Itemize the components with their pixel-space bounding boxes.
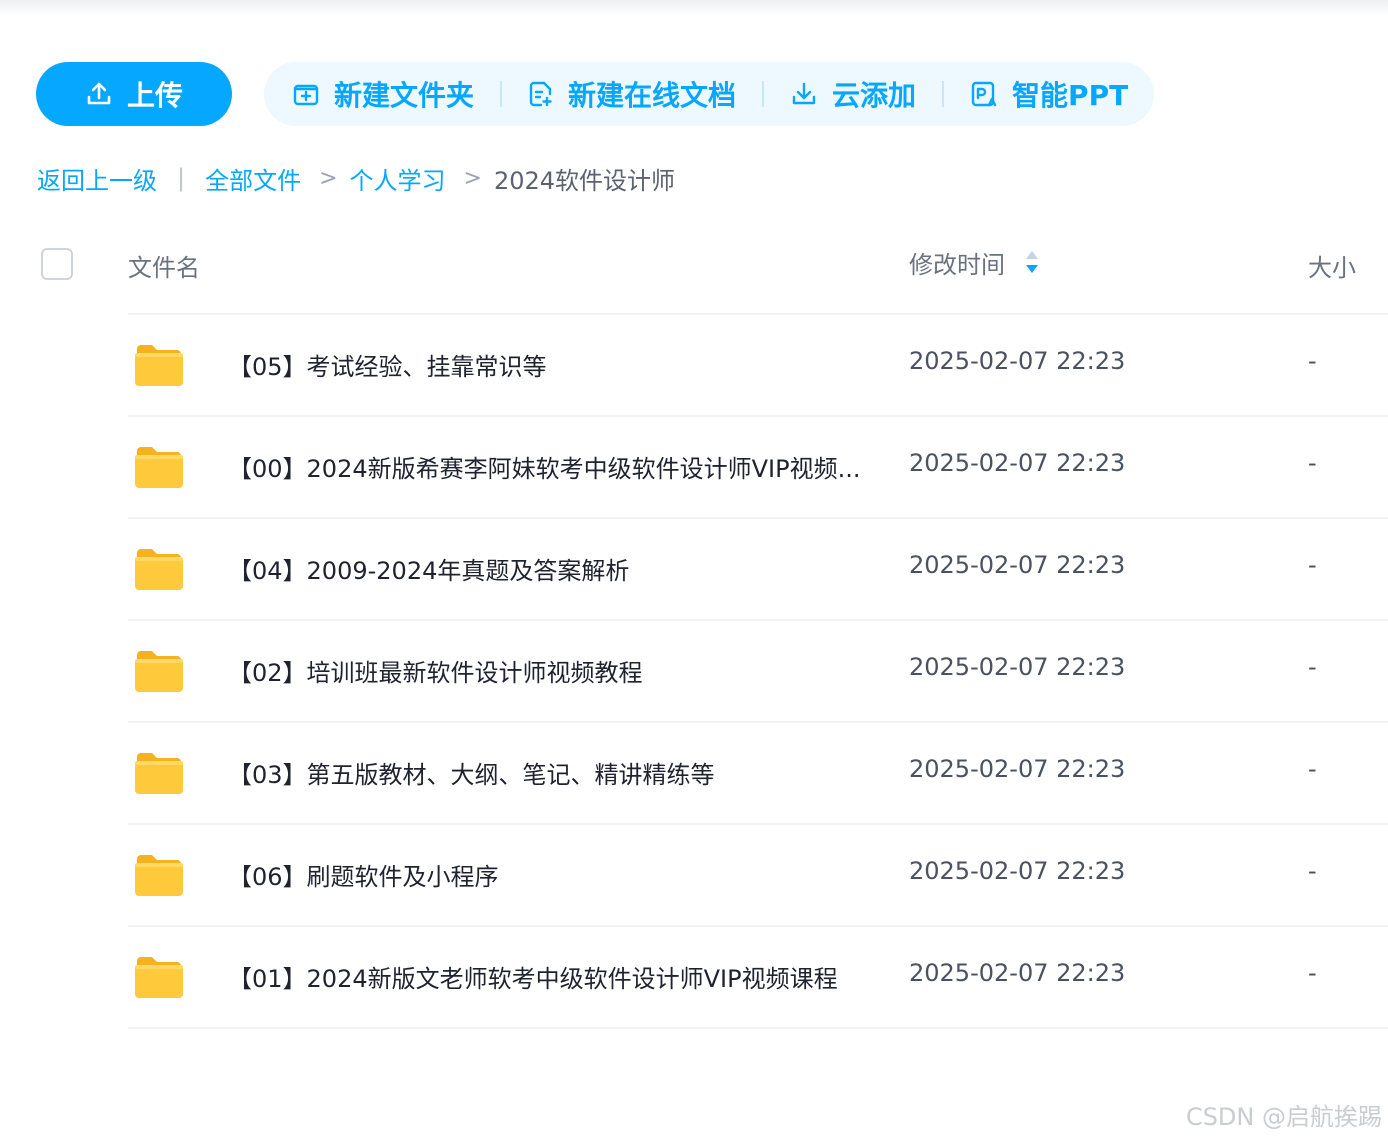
table-row[interactable]: 【02】培训班最新软件设计师视频教程 2025-02-07 22:23 -	[128, 619, 1388, 721]
breadcrumb-personal-study[interactable]: 个人学习	[350, 161, 446, 196]
file-list: 【05】考试经验、挂靠常识等 2025-02-07 22:23- 【00】2024新…	[128, 313, 1388, 1029]
breadcrumb-arrow: >	[463, 165, 482, 191]
folder-icon	[134, 547, 184, 595]
folder-icon	[134, 955, 184, 1003]
breadcrumb-all-files[interactable]: 全部文件	[205, 161, 301, 196]
folder-icon	[134, 343, 184, 391]
breadcrumb-divider: |	[177, 164, 186, 192]
table-row[interactable]: 【00】2024新版希赛李阿妹软考中级软件设计师VIP视频... 2025-02-…	[128, 415, 1388, 517]
file-size: -	[1308, 449, 1317, 477]
table-row[interactable]: 【05】考试经验、挂靠常识等 2025-02-07 22:23 -	[128, 313, 1388, 415]
watermark: CSDN @启航挨踢	[1185, 1103, 1382, 1131]
new-folder-label: 新建文件夹	[334, 79, 475, 112]
file-name[interactable]: 【03】第五版教材、大纲、笔记、精讲精练等	[228, 755, 715, 790]
table-row[interactable]: 【04】2009-2024年真题及答案解析 2025-02-07 22:23 -	[128, 517, 1388, 619]
toolbar: 上传 新建文件夹 新建在线文档 云添加 智能PPT	[36, 62, 1155, 126]
column-header-size[interactable]: 大小	[1308, 248, 1356, 282]
breadcrumb-arrow: >	[319, 165, 338, 191]
file-name[interactable]: 【01】2024新版文老师软考中级软件设计师VIP视频课程	[228, 959, 838, 994]
new-online-doc-label: 新建在线文档	[568, 79, 737, 112]
modified-time: 2025-02-07 22:23	[909, 755, 1126, 783]
upload-label: 上传	[126, 79, 183, 112]
modified-time: 2025-02-07 22:23	[909, 551, 1126, 579]
modified-time: 2025-02-07 22:23	[909, 959, 1126, 987]
new-folder-button[interactable]: 新建文件夹	[292, 74, 474, 114]
top-shadow	[0, 0, 1388, 16]
column-header-modified-label: 修改时间	[909, 250, 1005, 279]
column-header-modified[interactable]: 修改时间	[909, 245, 1039, 279]
file-size: -	[1308, 551, 1317, 579]
folder-icon	[134, 751, 184, 799]
file-name[interactable]: 【02】培训班最新软件设计师视频教程	[228, 653, 643, 688]
modified-time: 2025-02-07 22:23	[909, 449, 1126, 477]
smart-ppt-icon	[971, 81, 997, 107]
column-header-name[interactable]: 文件名	[128, 248, 200, 282]
new-online-doc-button[interactable]: 新建在线文档	[528, 74, 736, 114]
divider	[762, 81, 765, 107]
folder-icon	[134, 649, 184, 697]
file-size: -	[1308, 653, 1317, 681]
table-row[interactable]: 【06】刷题软件及小程序 2025-02-07 22:23 -	[128, 823, 1388, 925]
breadcrumb-current: 2024软件设计师	[493, 166, 676, 195]
online-doc-icon	[529, 81, 552, 107]
cloud-add-button[interactable]: 云添加	[790, 74, 916, 114]
new-folder-icon	[293, 84, 319, 106]
folder-icon	[134, 445, 184, 493]
back-link[interactable]: 返回上一级	[37, 161, 157, 196]
file-name[interactable]: 【04】2009-2024年真题及答案解析	[228, 551, 629, 586]
download-icon	[792, 82, 816, 105]
smart-ppt-label: 智能PPT	[1012, 79, 1129, 112]
action-group: 新建文件夹 新建在线文档 云添加 智能PPT	[264, 62, 1155, 126]
file-size: -	[1308, 959, 1317, 987]
upload-icon	[87, 82, 111, 105]
table-row[interactable]: 【01】2024新版文老师软考中级软件设计师VIP视频课程 2025-02-07 …	[128, 925, 1388, 1029]
file-name[interactable]: 【00】2024新版希赛李阿妹软考中级软件设计师VIP视频...	[228, 449, 858, 484]
divider	[500, 81, 503, 107]
cloud-add-label: 云添加	[832, 79, 917, 112]
table-row[interactable]: 【03】第五版教材、大纲、笔记、精讲精练等 2025-02-07 22:23 -	[128, 721, 1388, 823]
file-size: -	[1308, 347, 1317, 375]
smart-ppt-button[interactable]: 智能PPT	[970, 74, 1128, 114]
sort-icon	[1026, 251, 1038, 273]
file-size: -	[1308, 755, 1317, 783]
file-name[interactable]: 【06】刷题软件及小程序	[228, 857, 499, 892]
modified-time: 2025-02-07 22:23	[909, 347, 1126, 375]
modified-time: 2025-02-07 22:23	[909, 653, 1126, 681]
folder-icon	[134, 853, 184, 901]
file-name[interactable]: 【05】考试经验、挂靠常识等	[228, 347, 547, 382]
modified-time: 2025-02-07 22:23	[909, 857, 1126, 885]
upload-button[interactable]: 上传	[36, 62, 232, 126]
select-all-checkbox[interactable]	[41, 248, 73, 280]
breadcrumb: 返回上一级 | 全部文件 > 个人学习 > 2024软件设计师	[37, 160, 675, 196]
divider	[942, 81, 945, 107]
file-size: -	[1308, 857, 1317, 885]
